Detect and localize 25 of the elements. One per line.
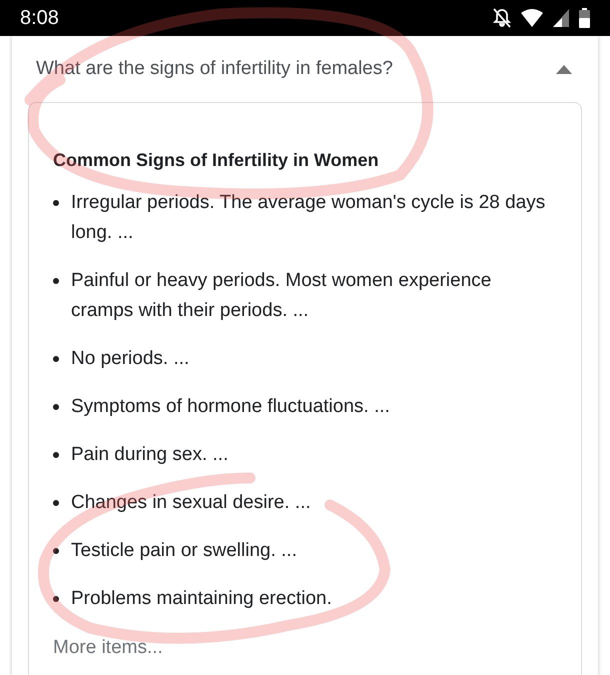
bullet-icon — [53, 500, 59, 506]
bullet-icon — [53, 596, 59, 602]
list-item-text: Pain during sex. ... — [71, 443, 228, 467]
clock-time: 8:08 — [20, 6, 59, 31]
bullet-icon — [53, 356, 59, 362]
muted-bell-icon — [493, 8, 511, 28]
caret-icon — [556, 64, 572, 74]
list-item-text: Symptoms of hormone fluctuations. ... — [71, 395, 390, 419]
list-item-text: Testicle pain or swelling. ... — [71, 539, 297, 563]
list-item-text: Problems maintaining erection. — [71, 587, 332, 611]
list-item-text: Changes in sexual desire. ... — [71, 491, 311, 515]
more-items-link[interactable]: More items... — [53, 634, 557, 662]
bullet-icon — [53, 404, 59, 410]
wifi-icon — [521, 9, 543, 27]
list-item-text: No periods. ... — [71, 347, 190, 371]
signal-icon — [553, 9, 569, 27]
list-item-text: Painful or heavy periods. Most women experience cramps with their periods. ... — [71, 269, 492, 323]
battery-icon — [579, 8, 590, 28]
bullet-icon — [53, 452, 59, 458]
question-toggle[interactable]: What are the signs of infertility in females? — [28, 36, 582, 102]
answer-heading: Common Signs of Infertility in Women — [53, 149, 380, 172]
bullet-icon — [53, 200, 59, 206]
bullet-icon — [53, 278, 59, 284]
list-item-text: Irregular periods. The average woman's cycle is 28 days long. ... — [71, 191, 546, 245]
bullet-icon — [53, 548, 59, 554]
